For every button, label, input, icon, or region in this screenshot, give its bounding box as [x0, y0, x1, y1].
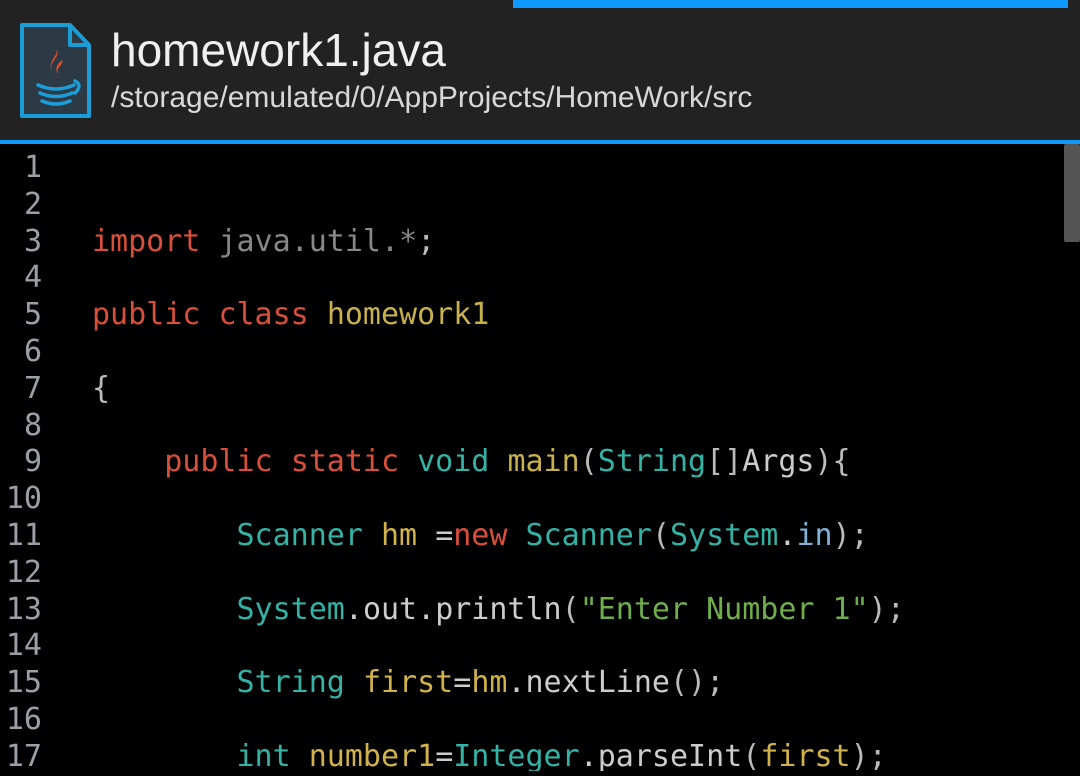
code-line[interactable]: public class homework1: [92, 297, 1080, 334]
line-number: 12: [0, 555, 42, 592]
java-file-icon: [18, 23, 93, 118]
line-number: 7: [0, 371, 42, 408]
line-number: 4: [0, 260, 42, 297]
code-line[interactable]: {: [92, 371, 1080, 408]
code-line[interactable]: int number1=Integer.parseInt(first);: [92, 739, 1080, 771]
line-number-gutter: 1 2 3 4 5 6 7 8 9 10 11 12 13 14 15 16 1…: [0, 144, 48, 771]
line-number: 10: [0, 481, 42, 518]
header-bar: homework1.java /storage/emulated/0/AppPr…: [0, 0, 1080, 140]
file-name: homework1.java: [111, 25, 752, 76]
line-number: 15: [0, 665, 42, 702]
line-number: 6: [0, 334, 42, 371]
code-line[interactable]: public static void main(String[]Args){: [92, 444, 1080, 481]
code-line[interactable]: import java.util.*;: [92, 224, 1080, 261]
line-number: 1: [0, 150, 42, 187]
line-number: 13: [0, 592, 42, 629]
line-number: 17: [0, 739, 42, 776]
line-number: 2: [0, 187, 42, 224]
title-block: homework1.java /storage/emulated/0/AppPr…: [111, 25, 752, 116]
line-number: 11: [0, 518, 42, 555]
code-line[interactable]: String first=hm.nextLine();: [92, 665, 1080, 702]
line-number: 9: [0, 444, 42, 481]
line-number: 8: [0, 408, 42, 445]
line-number: 3: [0, 224, 42, 261]
line-number: 5: [0, 297, 42, 334]
progress-track: [0, 0, 1080, 8]
code-line[interactable]: Scanner hm =new Scanner(System.in);: [92, 518, 1080, 555]
progress-fill: [513, 0, 1068, 8]
line-number: 16: [0, 702, 42, 739]
code-editor[interactable]: 1 2 3 4 5 6 7 8 9 10 11 12 13 14 15 16 1…: [0, 144, 1080, 771]
file-path: /storage/emulated/0/AppProjects/HomeWork…: [111, 81, 752, 115]
code-area[interactable]: import java.util.*; public class homewor…: [48, 144, 1080, 771]
line-number: 14: [0, 628, 42, 665]
vertical-scrollbar[interactable]: [1064, 144, 1080, 242]
code-line[interactable]: System.out.println("Enter Number 1");: [92, 592, 1080, 629]
